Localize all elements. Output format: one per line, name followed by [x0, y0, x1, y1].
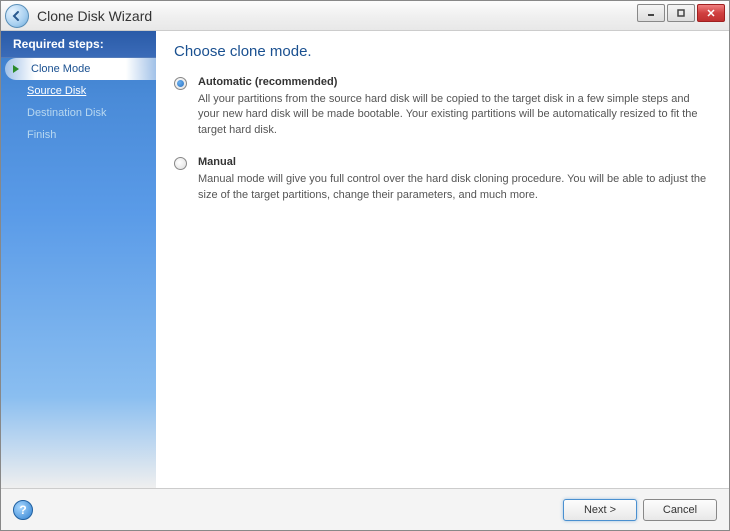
option-desc-manual: Manual mode will give you full control o…: [198, 172, 711, 203]
minimize-button[interactable]: [637, 4, 665, 22]
option-manual: Manual Manual mode will give you full co…: [174, 156, 711, 203]
sidebar-header: Required steps:: [1, 31, 156, 58]
help-icon: ?: [19, 503, 26, 517]
close-button[interactable]: [697, 4, 725, 22]
back-arrow-icon: [11, 10, 23, 22]
wizard-window: Clone Disk Wizard Required steps: Clone …: [0, 0, 730, 531]
sidebar-item-clone-mode[interactable]: Clone Mode: [5, 58, 156, 80]
cancel-button[interactable]: Cancel: [643, 499, 717, 521]
option-automatic: Automatic (recommended) All your partiti…: [174, 76, 711, 138]
option-desc-automatic: All your partitions from the source hard…: [198, 92, 711, 138]
sidebar-item-label: Clone Mode: [31, 63, 90, 75]
main-panel: Choose clone mode. Automatic (recommende…: [156, 31, 729, 488]
footer: ? Next > Cancel: [1, 488, 729, 530]
back-button[interactable]: [5, 4, 29, 28]
window-title: Clone Disk Wizard: [37, 8, 152, 24]
option-title-manual: Manual: [198, 156, 711, 168]
sidebar-item-label: Source Disk: [27, 85, 86, 97]
close-icon: [707, 9, 715, 17]
sidebar-item-label: Destination Disk: [27, 107, 106, 119]
option-title-automatic: Automatic (recommended): [198, 76, 711, 88]
minimize-icon: [647, 9, 655, 17]
wizard-body: Required steps: Clone Mode Source Disk D…: [1, 31, 729, 488]
radio-manual[interactable]: [174, 157, 187, 170]
sidebar-item-finish[interactable]: Finish: [1, 124, 156, 146]
titlebar: Clone Disk Wizard: [1, 1, 729, 31]
sidebar: Required steps: Clone Mode Source Disk D…: [1, 31, 156, 488]
sidebar-item-source-disk[interactable]: Source Disk: [1, 80, 156, 102]
maximize-button[interactable]: [667, 4, 695, 22]
next-button[interactable]: Next >: [563, 499, 637, 521]
radio-automatic[interactable]: [174, 77, 187, 90]
help-button[interactable]: ?: [13, 500, 33, 520]
sidebar-item-destination-disk[interactable]: Destination Disk: [1, 102, 156, 124]
page-heading: Choose clone mode.: [174, 43, 711, 60]
window-controls: [637, 4, 725, 22]
maximize-icon: [677, 9, 685, 17]
sidebar-item-label: Finish: [27, 129, 56, 141]
